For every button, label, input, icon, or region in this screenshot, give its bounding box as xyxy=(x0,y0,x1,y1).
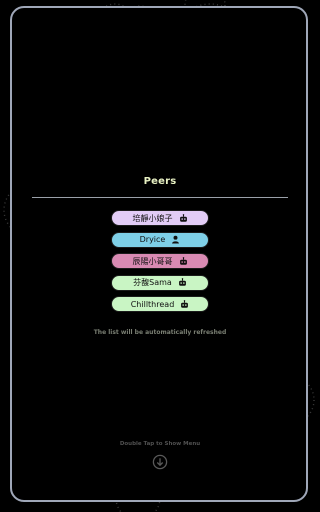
peer-label: Dryice xyxy=(139,235,166,244)
page-title: Peers xyxy=(143,176,177,187)
peer-item-0[interactable]: 培靜小娘子 xyxy=(111,210,209,226)
peer-label: 培靜小娘子 xyxy=(132,213,173,223)
peer-label: 芬馥Sama xyxy=(133,278,172,287)
peer-label: 辰陽小哥哥 xyxy=(132,256,173,266)
peer-list: 培靜小娘子 Dryice 辰陽小哥哥 芬馥Sama Chillthread xyxy=(111,210,209,318)
robot-icon xyxy=(178,278,187,287)
peer-item-2[interactable]: 辰陽小哥哥 xyxy=(111,253,209,269)
title-divider xyxy=(32,197,288,198)
person-icon xyxy=(171,235,180,244)
peer-item-3[interactable]: 芬馥Sama xyxy=(111,274,209,291)
refresh-note: The list will be automatically refreshed xyxy=(93,329,227,336)
robot-icon xyxy=(180,299,189,309)
peer-label: Chillthread xyxy=(130,299,175,309)
robot-icon xyxy=(179,213,188,223)
arrow-down-circle-icon[interactable] xyxy=(152,454,168,470)
peer-item-1[interactable]: Dryice xyxy=(111,231,209,248)
menu-hint: Double Tap to Show Menu xyxy=(119,441,201,447)
robot-icon xyxy=(179,256,188,266)
peer-item-4[interactable]: Chillthread xyxy=(111,296,209,312)
